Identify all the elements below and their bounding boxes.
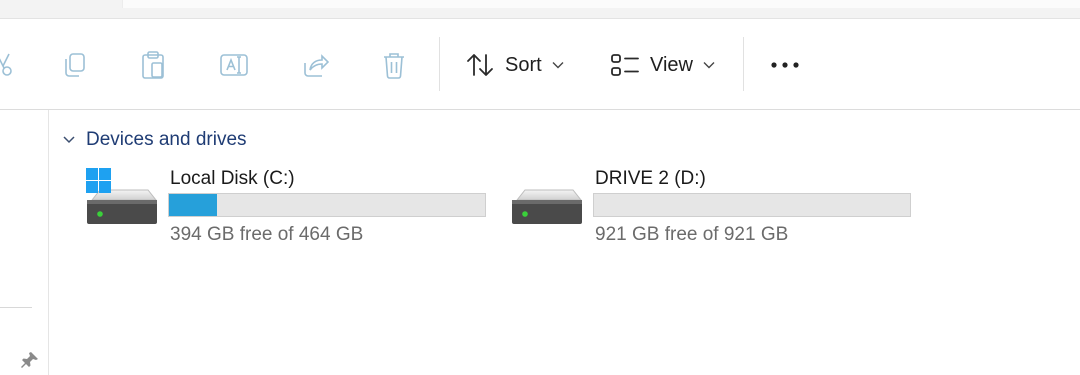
share-icon [304,54,329,77]
toolbar-separator [743,37,744,91]
chevron-down-icon [63,136,75,144]
toolbar-separator [439,37,440,91]
rename-icon [220,54,248,76]
navigation-pane[interactable] [0,110,49,375]
sort-button[interactable]: Sort [465,45,573,85]
windows-drive-icon [86,168,160,233]
drive-name: Local Disk (C:) [170,168,295,189]
drive-item-c[interactable]: Local Disk (C:) 394 GB free of 464 GB [86,168,486,248]
paste-icon [142,51,164,79]
chevron-down-icon [552,62,564,69]
sort-label: Sort [505,53,542,76]
more-options-button[interactable] [764,45,806,85]
drive-usage-bar [593,193,911,217]
group-title: Devices and drives [86,129,247,150]
copy-button[interactable] [54,45,94,85]
drive-name: DRIVE 2 (D:) [595,168,706,189]
drive-free-space: 921 GB free of 921 GB [595,224,789,245]
sort-icon [467,54,493,76]
group-header-devices[interactable]: Devices and drives [62,127,247,153]
share-button[interactable] [295,45,335,85]
address-strip [0,0,1080,19]
trash-icon [384,53,404,79]
paste-button[interactable] [133,45,173,85]
delete-button[interactable] [374,45,414,85]
drive-usage-bar [168,193,486,217]
drive-free-space: 394 GB free of 464 GB [170,224,364,245]
view-label: View [650,53,693,76]
drive-item-d[interactable]: DRIVE 2 (D:) 921 GB free of 921 GB [511,168,911,248]
cut-icon [0,53,12,76]
chevron-down-icon [703,62,715,69]
drive-icon [511,168,585,233]
nav-divider [0,307,32,308]
copy-icon [65,53,85,77]
more-icon [771,62,799,68]
view-button[interactable]: View [610,45,722,85]
pin-icon[interactable] [20,350,40,375]
cut-button[interactable] [0,45,22,85]
drive-usage-fill [169,194,217,216]
view-icon [611,54,639,76]
command-bar: Sort View [0,19,1080,110]
rename-button[interactable] [213,45,255,85]
address-bar-edge [122,0,1080,8]
